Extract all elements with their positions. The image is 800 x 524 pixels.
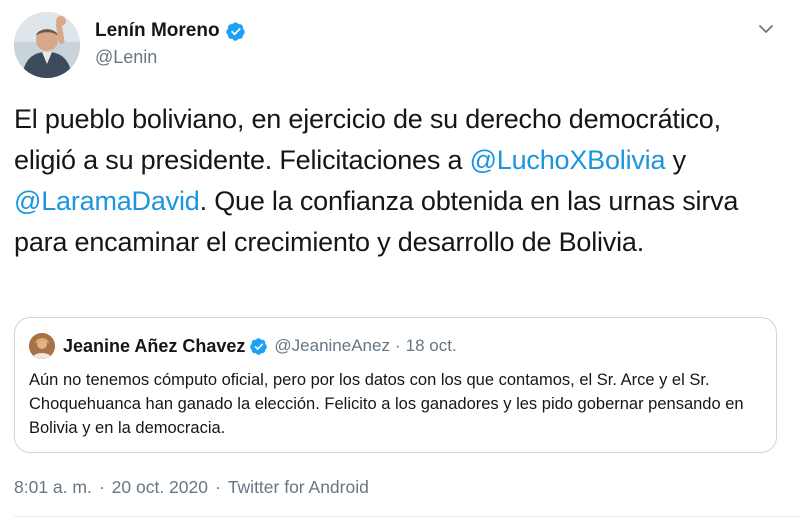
quoted-tweet-header: Jeanine Añez Chavez @JeanineAnez · 18 oc…	[29, 332, 457, 360]
tweet-card: Lenín Moreno @Lenin El pueblo boliviano,…	[0, 0, 800, 524]
author-photo	[14, 12, 80, 78]
author-name[interactable]: Lenín Moreno	[95, 20, 220, 42]
tweet-date[interactable]: 20 oct. 2020	[112, 477, 208, 498]
divider	[14, 516, 800, 517]
author-handle[interactable]: @Lenin	[95, 47, 246, 68]
quoted-author-avatar	[29, 333, 55, 359]
verified-badge-icon	[249, 337, 268, 356]
tweet-time[interactable]: 8:01 a. m.	[14, 477, 92, 498]
author-name-row: Lenín Moreno	[95, 18, 246, 44]
quoted-tweet[interactable]: Jeanine Añez Chavez @JeanineAnez · 18 oc…	[14, 317, 777, 453]
author-avatar[interactable]	[14, 12, 80, 78]
quoted-author-name: Jeanine Añez Chavez	[63, 335, 246, 356]
chevron-down-icon[interactable]	[756, 19, 776, 39]
tweet-metadata: 8:01 a. m. · 20 oct. 2020 · Twitter for …	[14, 477, 369, 498]
mention-link-laramadavid[interactable]: @LaramaDavid	[14, 186, 200, 216]
quoted-date: 18 oct.	[405, 336, 457, 355]
quoted-separator: ·	[394, 336, 401, 355]
author-block: Lenín Moreno @Lenin	[95, 18, 246, 68]
tweet-text: El pueblo boliviano, en ejercicio de su …	[14, 99, 789, 263]
quoted-author-handle: @JeanineAnez	[274, 336, 390, 355]
quoted-tweet-text: Aún no tenemos cómputo oficial, pero por…	[29, 371, 744, 437]
tweet-source-link[interactable]: Twitter for Android	[228, 477, 369, 498]
verified-badge-icon	[225, 21, 246, 42]
meta-separator: ·	[214, 477, 221, 497]
meta-separator: ·	[98, 477, 105, 497]
tweet-text-part2: y	[665, 145, 687, 175]
mention-link-luchoxbolivia[interactable]: @LuchoXBolivia	[470, 145, 666, 175]
